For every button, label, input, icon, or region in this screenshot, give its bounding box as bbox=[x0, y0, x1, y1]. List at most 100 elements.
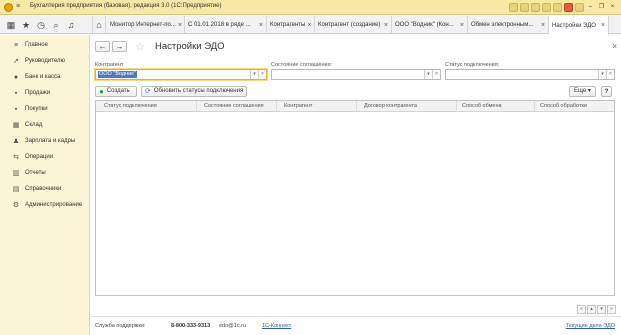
tab-monitor[interactable]: Монитор Интернет-по... × bbox=[107, 16, 185, 34]
back-button[interactable]: ← bbox=[95, 41, 110, 52]
dropdown-icon[interactable]: ▾ bbox=[250, 70, 258, 79]
history-clock-icon[interactable]: ◷ bbox=[35, 19, 47, 31]
chart-icon: ▥ bbox=[12, 170, 20, 177]
counterparty-value: ООО "Водник" bbox=[98, 71, 137, 78]
sidebar-item-bank[interactable]: ● Банк и касса bbox=[0, 69, 90, 85]
create-button[interactable]: ● Создать bbox=[95, 86, 137, 97]
tab-counterparty-create[interactable]: Контрагент (создание) × bbox=[315, 16, 392, 34]
close-icon[interactable]: × bbox=[541, 22, 545, 29]
calendar-icon[interactable] bbox=[542, 3, 551, 12]
tab-edo-settings[interactable]: Настройки ЭДО × bbox=[549, 16, 609, 35]
column-header[interactable]: Способ обработки bbox=[540, 103, 587, 109]
window-close-icon[interactable]: × bbox=[608, 3, 617, 12]
tabs-bar: ▦ ★ ◷ ⌕ ♫ ⌂ Монитор Интернет-по... × С 01… bbox=[0, 16, 621, 35]
sidebar-item-main[interactable]: ≡ Главное bbox=[0, 37, 90, 53]
main-menu-icon[interactable]: ≡ bbox=[16, 3, 26, 11]
support-footer: Служба поддержки: 8-800-333-9313 edo@1c.… bbox=[91, 316, 621, 335]
window-titlebar: ≡ Бухгалтерия предприятия (базовая), ред… bbox=[0, 0, 621, 15]
help-button[interactable]: ? bbox=[601, 86, 612, 97]
favorites-star-icon[interactable]: ★ bbox=[20, 19, 32, 31]
first-page-icon[interactable]: « bbox=[577, 305, 586, 314]
search-icon[interactable] bbox=[553, 3, 562, 12]
current-edo-link[interactable]: Текущие дела ЭДО bbox=[566, 323, 615, 329]
close-icon[interactable]: × bbox=[178, 22, 182, 29]
column-header[interactable]: Контрагент bbox=[284, 103, 312, 109]
bell-icon[interactable]: ♫ bbox=[65, 19, 77, 31]
plus-icon: ● bbox=[99, 87, 104, 96]
favorite-star-icon[interactable]: ☆ bbox=[135, 40, 145, 53]
restore-icon[interactable]: ❐ bbox=[597, 3, 606, 12]
bag-icon: ▪ bbox=[14, 89, 18, 97]
dropdown-icon[interactable]: ▾ bbox=[598, 70, 606, 79]
sidebar-item-warehouse[interactable]: ▦ Склад bbox=[0, 117, 90, 133]
tab-label: Контрагент (создание) bbox=[318, 22, 381, 28]
column-header[interactable]: Способ обмена bbox=[462, 103, 502, 109]
menu-icon: ≡ bbox=[13, 41, 19, 49]
sidebar-item-reports[interactable]: ▥ Отчеты bbox=[0, 165, 90, 181]
create-button-label: Создать bbox=[106, 88, 130, 94]
close-icon[interactable]: × bbox=[384, 22, 388, 29]
panel-tools: ▦ ★ ◷ ⌕ ♫ bbox=[0, 16, 90, 34]
support-email[interactable]: edo@1c.ru bbox=[219, 323, 246, 329]
sidebar-item-label: Отчеты bbox=[25, 170, 46, 176]
history-icon[interactable] bbox=[509, 3, 518, 12]
minimize-icon[interactable]: – bbox=[586, 3, 595, 12]
clear-icon[interactable]: × bbox=[606, 70, 614, 79]
connection-status-select[interactable]: ▾ × bbox=[445, 69, 615, 80]
form-close-icon[interactable]: × bbox=[612, 42, 617, 51]
refresh-button-label: Обновить статусы подключения bbox=[153, 88, 244, 94]
sidebar-item-sales[interactable]: ▪ Продажи bbox=[0, 85, 90, 101]
last-page-icon[interactable]: » bbox=[607, 305, 616, 314]
prev-page-icon[interactable]: ▴ bbox=[587, 305, 596, 314]
agreement-select[interactable]: ▾ × bbox=[271, 69, 441, 80]
close-icon[interactable]: × bbox=[259, 22, 263, 29]
sidebar-item-admin[interactable]: ⚙ Администрирование bbox=[0, 197, 90, 213]
clear-icon[interactable]: × bbox=[258, 70, 266, 79]
home-icon[interactable]: ⌂ bbox=[92, 16, 106, 34]
counterparty-field[interactable]: ООО "Водник" ▾ × bbox=[95, 69, 267, 80]
sidebar-item-director[interactable]: ↗ Руководителю bbox=[0, 53, 90, 69]
info-icon[interactable] bbox=[575, 3, 584, 12]
dropdown-icon[interactable]: ▾ bbox=[424, 70, 432, 79]
tab-label: Контрагенты bbox=[270, 22, 306, 28]
search-icon[interactable]: ⌕ bbox=[50, 19, 62, 31]
column-header[interactable]: Состояние соглашения bbox=[204, 103, 264, 109]
calculator-icon[interactable] bbox=[531, 3, 540, 12]
operations-icon: ⇆ bbox=[13, 154, 19, 161]
notifications-icon[interactable] bbox=[564, 3, 573, 12]
sidebar-item-operations[interactable]: ⇆ Операции bbox=[0, 149, 90, 165]
sidebar-item-salary[interactable]: ♟ Зарплата и кадры bbox=[0, 133, 90, 149]
connect-link[interactable]: 1С-Коннект bbox=[262, 323, 291, 329]
close-icon[interactable]: × bbox=[307, 22, 311, 29]
column-header[interactable]: Договор контрагента bbox=[364, 103, 417, 109]
sidebar-item-label: Продажи bbox=[25, 90, 51, 96]
close-icon[interactable]: × bbox=[601, 22, 605, 29]
sidebar-item-purchases[interactable]: ▪ Покупки bbox=[0, 101, 90, 117]
more-button[interactable]: Еще ▾ bbox=[569, 86, 596, 97]
sidebar-item-label: Банк и касса bbox=[25, 74, 61, 80]
refresh-statuses-button[interactable]: ⟳ Обновить статусы подключения bbox=[141, 86, 247, 97]
sidebar-item-label: Склад bbox=[25, 122, 43, 128]
forward-button[interactable]: → bbox=[112, 41, 127, 52]
coin-icon: ● bbox=[13, 73, 19, 81]
page-title: Настройки ЭДО bbox=[155, 41, 225, 52]
tab-counterparties[interactable]: Контрагенты × bbox=[267, 16, 315, 34]
column-header[interactable]: Статус подключения bbox=[104, 103, 157, 109]
column-divider bbox=[276, 101, 277, 112]
app-logo-icon[interactable] bbox=[4, 3, 13, 12]
tab-edo-exchange[interactable]: Обмен электронным... × bbox=[468, 16, 549, 34]
close-icon[interactable]: × bbox=[460, 22, 464, 29]
window-title: Бухгалтерия предприятия (базовая), редак… bbox=[30, 3, 222, 9]
sidebar-item-catalogs[interactable]: ▤ Справочники bbox=[0, 181, 90, 197]
tab-vodnik[interactable]: ООО "Водник" (Кон... × bbox=[392, 16, 468, 34]
trend-icon: ↗ bbox=[13, 58, 19, 65]
sidebar-item-label: Администрирование bbox=[25, 202, 83, 208]
sidebar-item-label: Главное bbox=[25, 42, 48, 48]
favorites-icon[interactable] bbox=[520, 3, 529, 12]
sections-grid-icon[interactable]: ▦ bbox=[5, 19, 17, 31]
tab-news[interactable]: С 01.01.2018 в ряде ... × bbox=[185, 16, 267, 34]
tab-label: С 01.01.2018 в ряде ... bbox=[188, 22, 251, 28]
next-page-icon[interactable]: ▾ bbox=[597, 305, 606, 314]
clear-icon[interactable]: × bbox=[432, 70, 440, 79]
edo-settings-table[interactable]: Статус подключения Состояние соглашения … bbox=[95, 100, 615, 296]
